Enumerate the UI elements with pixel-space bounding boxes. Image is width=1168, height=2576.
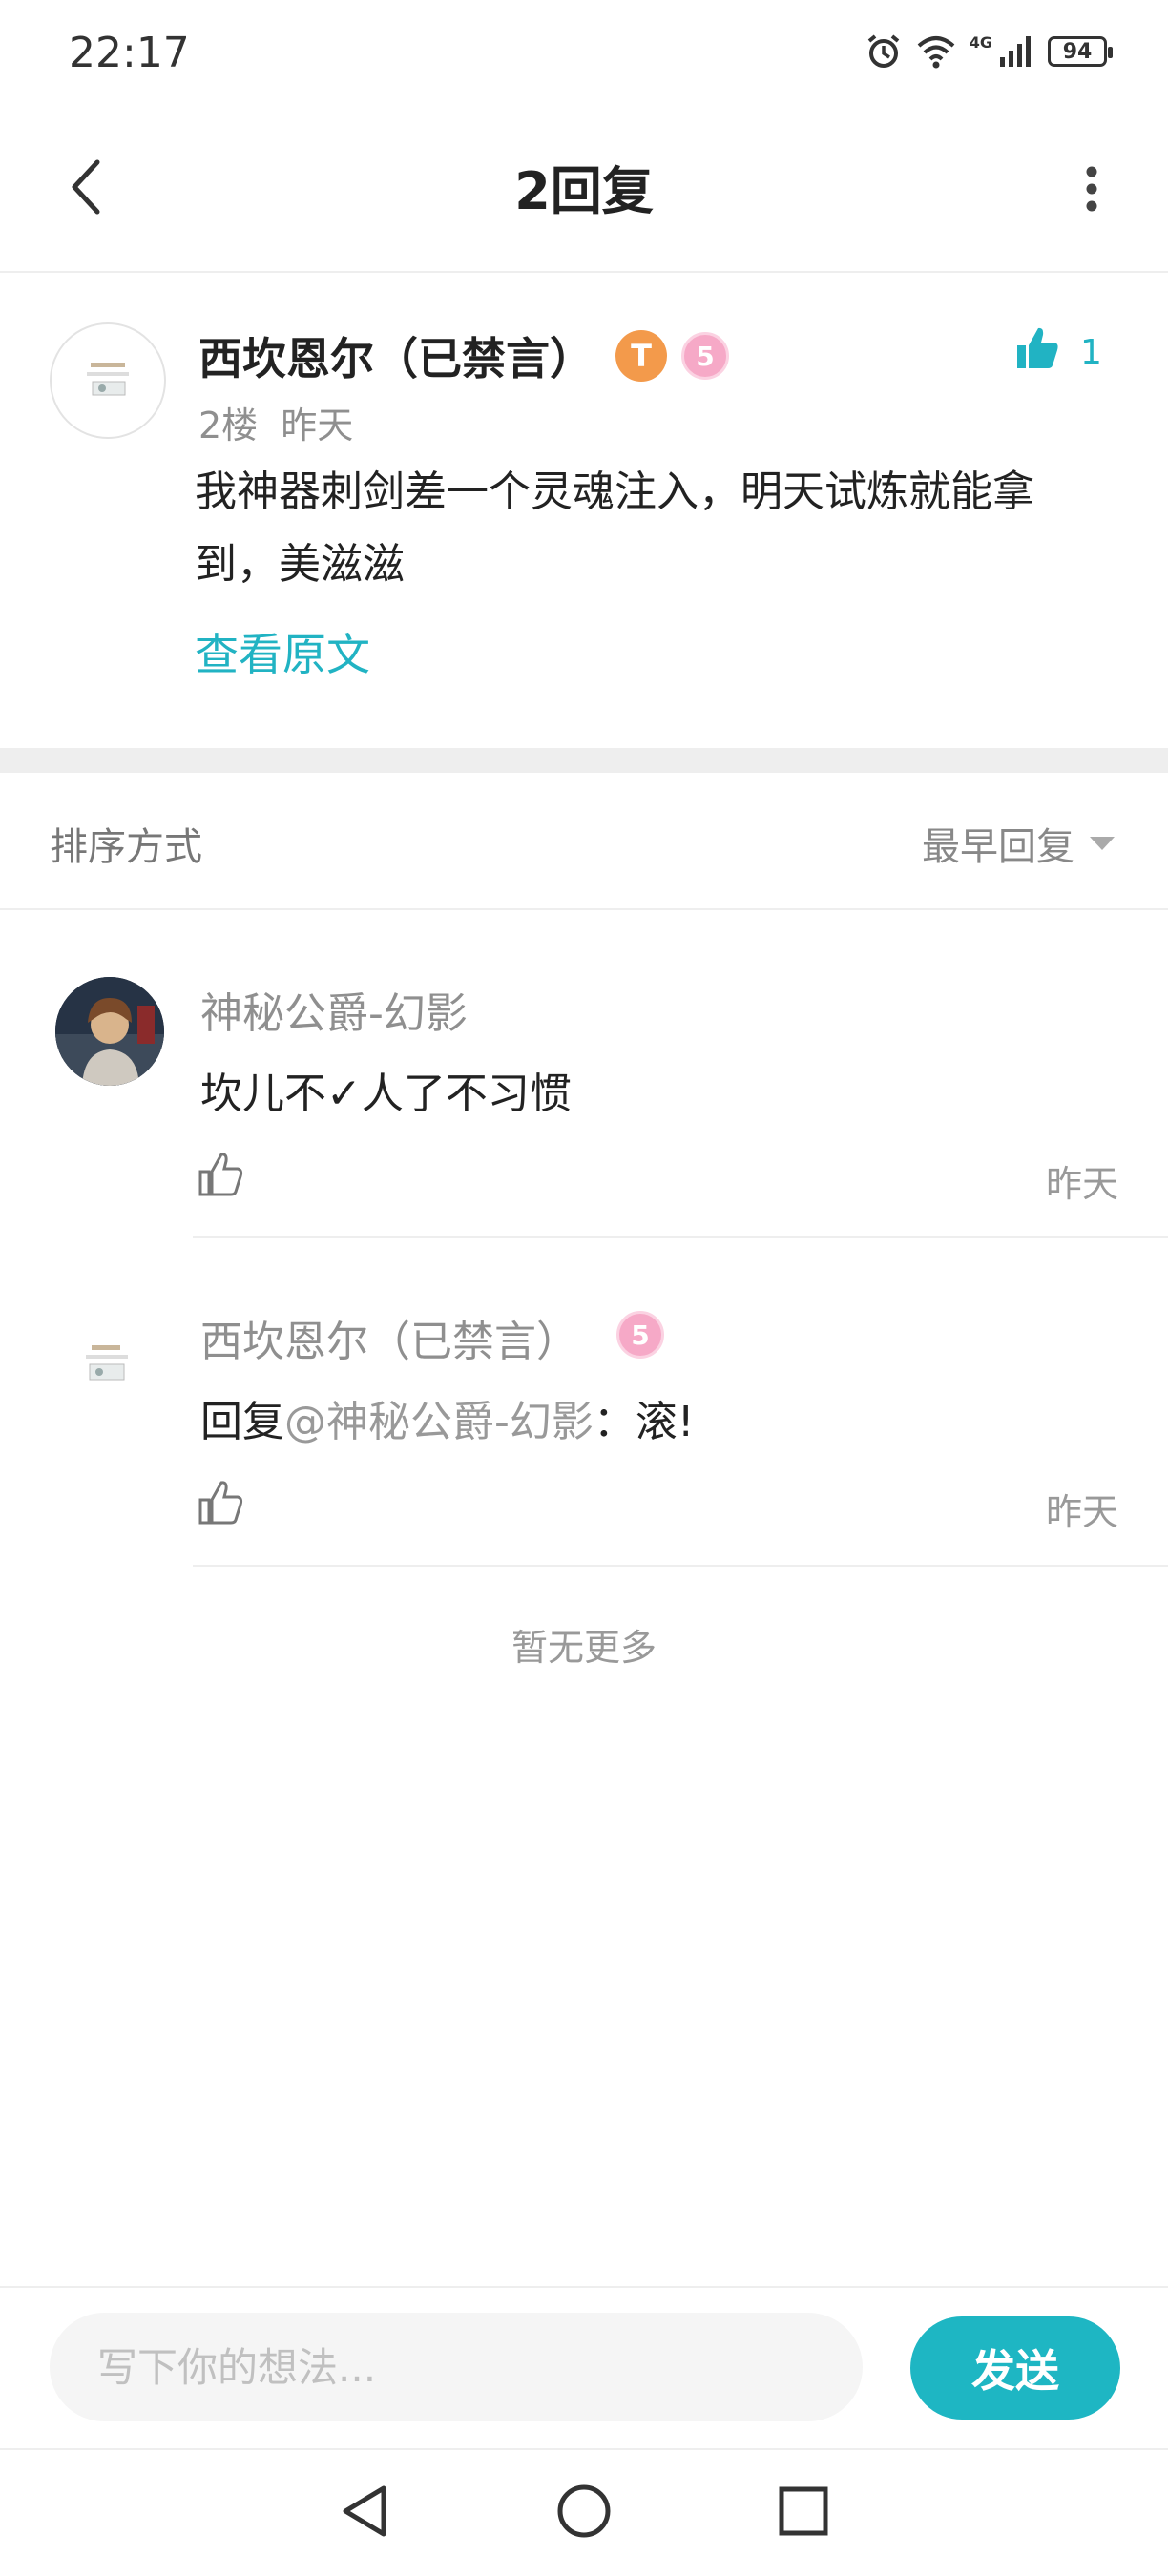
post-content: 我神器刺剑差一个灵魂注入，明天试炼就能拿到，美滋滋 [195,467,1034,589]
reply-prefix: 回复 [200,1398,284,1446]
reply-author[interactable]: 西坎恩尔（已禁言） [200,1307,578,1368]
section-divider [0,748,1168,773]
send-button[interactable]: 发送 [910,2316,1120,2420]
thumbs-up-icon [197,1481,244,1530]
signal-icon [998,34,1034,69]
alarm-icon [865,32,903,71]
more-vertical-icon [1085,165,1098,217]
level-badge: 5 [681,332,729,380]
reply-time: 昨天 [1045,1491,1118,1533]
system-navbar [0,2450,1168,2576]
more-button[interactable] [1053,153,1130,229]
comment-input[interactable] [50,2313,863,2421]
header-divider [0,271,1168,273]
no-more-text: 暂无更多 [511,1627,657,1669]
square-recents-icon [777,2484,830,2542]
reply-content: 坎儿不✓人了不习惯 [200,1070,572,1118]
view-original-link[interactable]: 查看原文 [195,620,370,683]
circle-home-icon [555,2483,613,2544]
network-type: 4G [969,32,992,52]
reply-time: 昨天 [1045,1163,1118,1205]
wifi-icon [916,34,956,69]
reply-divider [193,1236,1168,1238]
status-time: 22:17 [69,29,190,77]
reply-avatar[interactable] [80,1341,134,1389]
reply-author[interactable]: 神秘公爵-幻影 [200,979,468,1040]
mention-link[interactable]: @神秘公爵-幻影 [284,1398,594,1446]
battery-icon: 94 [1048,36,1113,67]
post-time: 昨天 [281,405,354,447]
composer-divider [0,2286,1168,2288]
triangle-back-icon [338,2483,391,2544]
level-badge: 5 [616,1311,664,1359]
chevron-down-icon [1090,837,1115,850]
title-badge: T [615,330,667,382]
avatar-image [86,1345,128,1381]
thumbs-up-icon [197,1153,244,1202]
post-meta: 2楼 昨天 [198,396,353,448]
nav-home-button[interactable] [546,2475,622,2551]
author-name[interactable]: 西坎恩尔（已禁言） [198,324,594,387]
avatar-image [55,977,164,1086]
reply-divider [193,1565,1168,1567]
nav-back-button[interactable] [326,2475,403,2551]
like-count: 1 [1080,333,1102,372]
page-title: 2回复 [514,161,654,221]
reply-avatar[interactable] [55,977,164,1086]
reply-like-button[interactable] [197,1151,244,1202]
sort-dropdown[interactable]: 最早回复 [922,816,1115,871]
reply-suffix: ：滚! [593,1398,695,1446]
status-icons: 4G 94 [865,32,1113,71]
author-avatar[interactable] [50,322,166,439]
reply-like-button[interactable] [197,1479,244,1530]
floor-number: 2楼 [198,405,259,447]
like-button[interactable]: 1 [1013,324,1102,381]
sort-divider [0,908,1168,910]
sort-label: 排序方式 [50,825,202,869]
sort-value: 最早回复 [922,825,1074,869]
avatar-image [87,363,129,396]
nav-recents-button[interactable] [765,2475,842,2551]
reply-content: 回复@神秘公爵-幻影：滚! [200,1387,695,1448]
thumbs-up-icon [1013,324,1061,381]
